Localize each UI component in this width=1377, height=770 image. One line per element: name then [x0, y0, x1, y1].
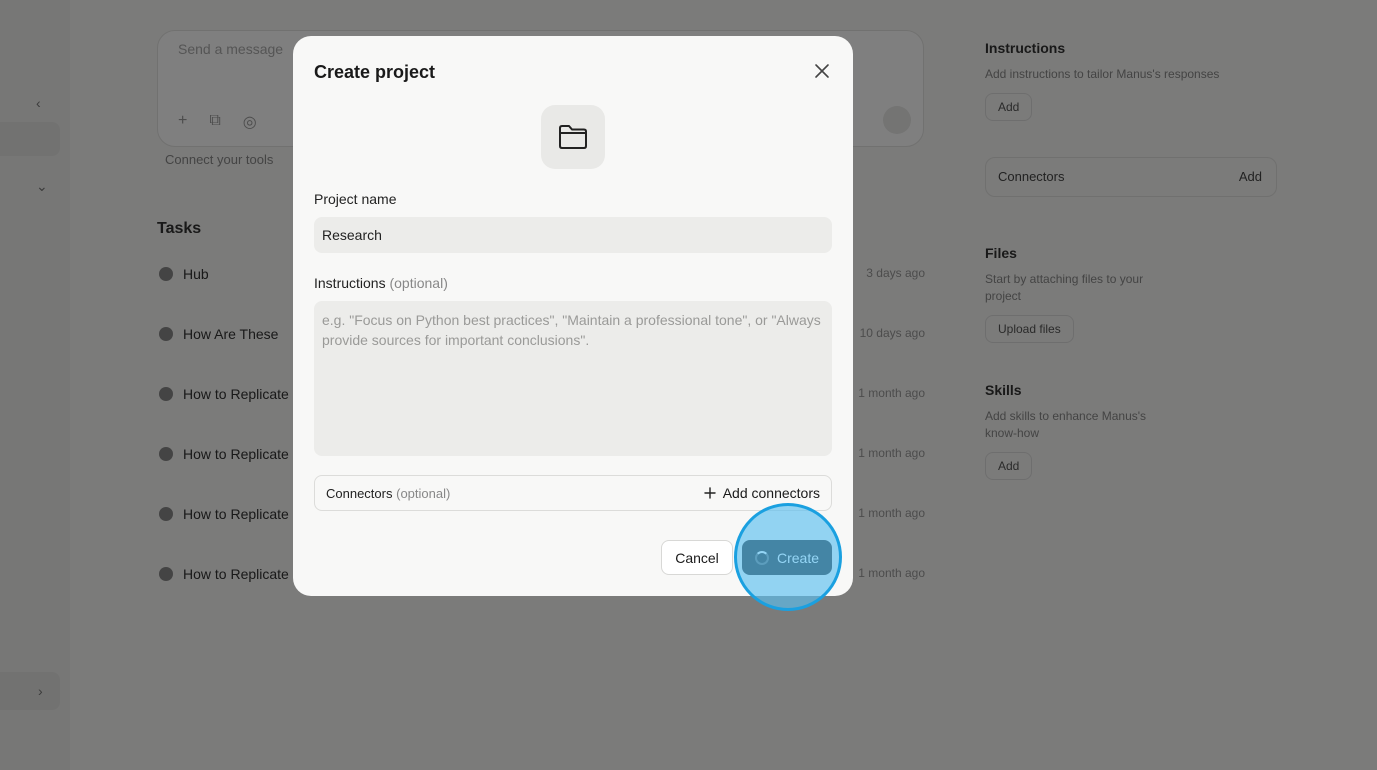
project-name-label: Project name — [314, 191, 396, 207]
create-button[interactable]: Create — [742, 540, 832, 575]
create-label: Create — [776, 549, 820, 566]
create-project-dialog: Create project Project name Instructions… — [293, 36, 853, 596]
connectors-field: Connectors (optional) Add connectors — [314, 475, 832, 511]
project-name-input[interactable] — [314, 217, 832, 253]
plus-icon — [704, 487, 716, 499]
folder-icon — [559, 125, 587, 149]
connectors-label: Connectors (optional) — [326, 486, 450, 501]
instructions-optional-tag: (optional) — [389, 275, 448, 291]
instructions-label: Instructions (optional) — [314, 275, 448, 291]
project-name-label-text: Project name — [314, 191, 397, 207]
connectors-label-text: Connectors — [326, 486, 393, 501]
project-icon-picker[interactable] — [541, 105, 605, 169]
close-button[interactable] — [811, 60, 833, 82]
cancel-button[interactable]: Cancel — [661, 540, 733, 575]
connectors-optional-tag: (optional) — [396, 486, 451, 501]
add-connectors-button[interactable]: Add connectors — [704, 485, 820, 501]
close-icon — [815, 64, 829, 78]
instructions-label-text: Instructions — [314, 275, 386, 291]
instructions-textarea[interactable] — [314, 301, 832, 456]
spinner-icon — [754, 550, 769, 565]
dialog-title: Create project — [314, 62, 436, 82]
add-connectors-label: Add connectors — [722, 485, 820, 501]
